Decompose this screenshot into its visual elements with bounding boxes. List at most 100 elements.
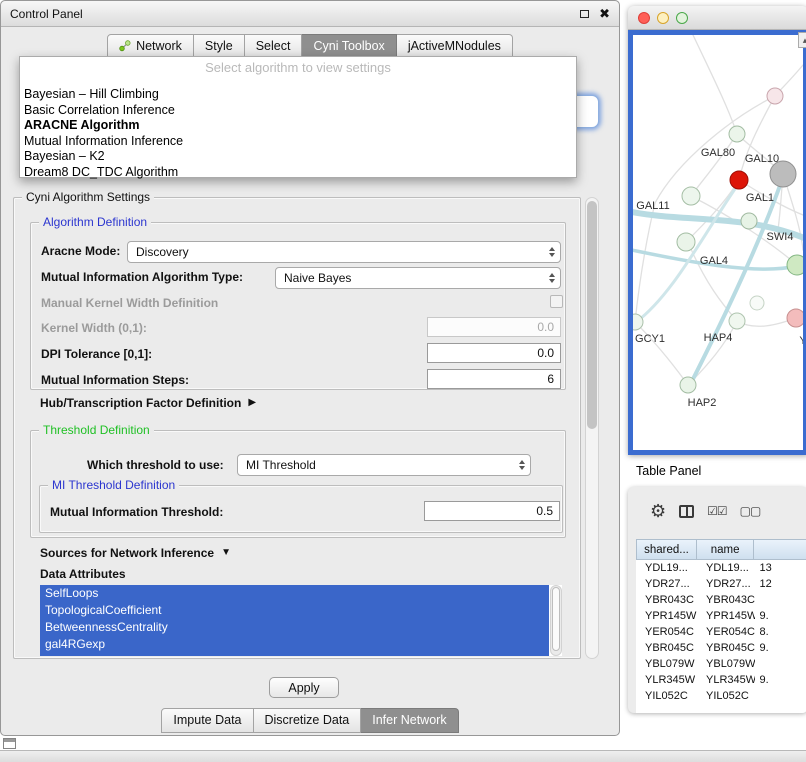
table-row[interactable]: YLR345W YLR345W 9. [636,672,806,688]
expand-right-icon[interactable]: ▶ [248,398,256,408]
network-edge[interactable] [688,242,737,321]
mi-type-label: Mutual Information Algorithm Type: [41,270,243,284]
list-scrollbar[interactable] [550,585,562,656]
close-icon[interactable]: ✖ [599,7,610,20]
network-node[interactable] [680,377,696,393]
algorithm-option[interactable]: Mutual Information Inference [20,134,576,150]
network-edge[interactable] [691,177,783,383]
table-row[interactable]: YDL19... YDL19... 13 [636,560,806,576]
algorithm-option[interactable]: Bayesian – Hill Climbing [20,87,576,103]
algorithm-option[interactable]: Bayesian – K2 [20,149,576,165]
cell-name: YDR27... [697,578,754,590]
settings-scrollbar-thumb[interactable] [587,201,597,429]
network-node[interactable] [677,233,695,251]
table-header: shared... name [636,539,806,560]
network-node[interactable] [787,309,803,327]
node-label: GAL1 [746,192,774,204]
list-scrollbar-thumb[interactable] [552,587,560,651]
deselect-all-icon[interactable]: ▢▢ [740,504,761,518]
tab-discretize-data[interactable]: Discretize Data [254,708,362,733]
network-window-titlebar[interactable] [628,6,806,30]
table-row[interactable]: YBL079W YBL079W [636,656,806,672]
network-node[interactable] [730,171,748,189]
mi-threshold-field[interactable]: 0.5 [424,501,560,521]
tab-discretize-label: Discretize Data [265,713,350,727]
sources-section-toggle[interactable]: Sources for Network Inference ▼ [40,546,231,560]
table-row[interactable]: YBR045C YBR045C 9. [636,640,806,656]
cell-extra: 13 [755,562,806,574]
aracne-mode-combo[interactable]: Discovery [127,241,561,263]
docked-window-icon[interactable] [3,738,16,749]
kernel-width-field[interactable]: 0.0 [427,317,561,337]
dpi-tolerance-field[interactable]: 0.0 [427,343,561,363]
tab-infer-network[interactable]: Infer Network [361,708,458,733]
network-edge[interactable] [691,134,737,196]
table-row[interactable]: YDR27... YDR27... 12 [636,576,806,592]
manual-kernel-checkbox[interactable] [550,295,563,308]
which-threshold-combo[interactable]: MI Threshold [237,454,531,476]
cell-shared-name: YBR043C [636,594,697,606]
network-edge[interactable] [693,35,737,134]
network-node[interactable] [729,313,745,329]
column-header-extra[interactable] [754,539,806,560]
mi-steps-value: 6 [547,372,554,386]
settings-scrollbar[interactable] [585,197,599,659]
table-row[interactable]: YBR043C YBR043C [636,592,806,608]
table-row[interactable]: YER054C YER054C 8. [636,624,806,640]
network-svg[interactable]: GAL80GAL10GAL11GAL1SWI4GAL4GCY1HAP4HAP2Y [633,35,803,450]
algorithm-definition-title: Algorithm Definition [39,215,151,229]
network-node[interactable] [682,187,700,205]
tab-cyni-toolbox-label: Cyni Toolbox [313,39,384,53]
expand-down-icon[interactable]: ▼ [221,548,231,558]
threshold-definition-title: Threshold Definition [39,423,154,437]
data-attribute-item[interactable]: SelfLoops [40,585,549,602]
control-panel-window: Control Panel ✖ Network Style Select Cyn… [0,0,620,736]
gear-icon[interactable]: ⚙ [650,502,666,520]
mi-type-combo[interactable]: Naive Bayes [275,267,561,289]
cell-shared-name: YBR045C [636,642,697,654]
table-row[interactable]: YPR145W YPR145W 9. [636,608,806,624]
close-traffic-light-icon[interactable] [638,12,650,24]
network-node[interactable] [741,213,757,229]
node-label: GAL4 [700,255,728,267]
network-node[interactable] [750,296,764,310]
cell-name: YBL079W [697,658,754,670]
minimize-traffic-light-icon[interactable] [657,12,669,24]
control-panel-titlebar[interactable]: Control Panel ✖ [1,1,619,27]
show-columns-icon[interactable] [679,505,694,518]
data-attribute-item[interactable]: gal4RGexp [40,636,549,653]
network-edge[interactable] [635,322,688,385]
algorithm-option[interactable]: ARACNE Algorithm [20,118,576,134]
network-canvas[interactable]: GAL80GAL10GAL11GAL1SWI4GAL4GCY1HAP4HAP2Y [628,30,806,455]
mi-steps-field[interactable]: 6 [427,369,561,389]
algorithm-option[interactable]: Basic Correlation Inference [20,103,576,119]
data-attribute-item-partial[interactable] [40,653,549,656]
data-attributes-items: SelfLoops TopologicalCoefficient Between… [40,585,549,653]
network-node[interactable] [729,126,745,142]
cell-name: YDL19... [697,562,754,574]
algorithm-option[interactable]: Dream8 DC_TDC Algorithm [20,165,576,181]
manual-kernel-label: Manual Kernel Width Definition [41,296,218,310]
hub-section-toggle[interactable]: Hub/Transcription Factor Definition ▶ [40,396,256,410]
threshold-definition-group: Threshold Definition Which threshold to … [30,430,566,538]
node-label: HAP2 [688,397,717,409]
data-attribute-item[interactable]: BetweennessCentrality [40,619,549,636]
select-all-icon[interactable]: ☑☑ [707,504,727,518]
network-node[interactable] [767,88,783,104]
network-node[interactable] [787,255,803,275]
cell-name: YBR045C [697,642,754,654]
tab-impute-data[interactable]: Impute Data [161,708,253,733]
data-attribute-item[interactable]: TopologicalCoefficient [40,602,549,619]
column-header-shared-name[interactable]: shared... [636,539,697,560]
bottom-tab-bar: Impute Data Discretize Data Infer Networ… [1,708,619,733]
cyni-algorithm-settings-group: Cyni Algorithm Settings Algorithm Defini… [13,197,581,659]
tab-infer-label: Infer Network [372,713,446,727]
table-row[interactable]: YIL052C YIL052C [636,688,806,704]
float-window-icon[interactable] [580,10,589,18]
zoom-traffic-light-icon[interactable] [676,12,688,24]
column-header-name[interactable]: name [697,539,754,560]
network-edge[interactable] [635,203,655,322]
apply-button[interactable]: Apply [269,677,339,698]
scroll-up-icon[interactable]: ▴ [798,32,806,48]
node-label: HAP4 [704,332,733,344]
